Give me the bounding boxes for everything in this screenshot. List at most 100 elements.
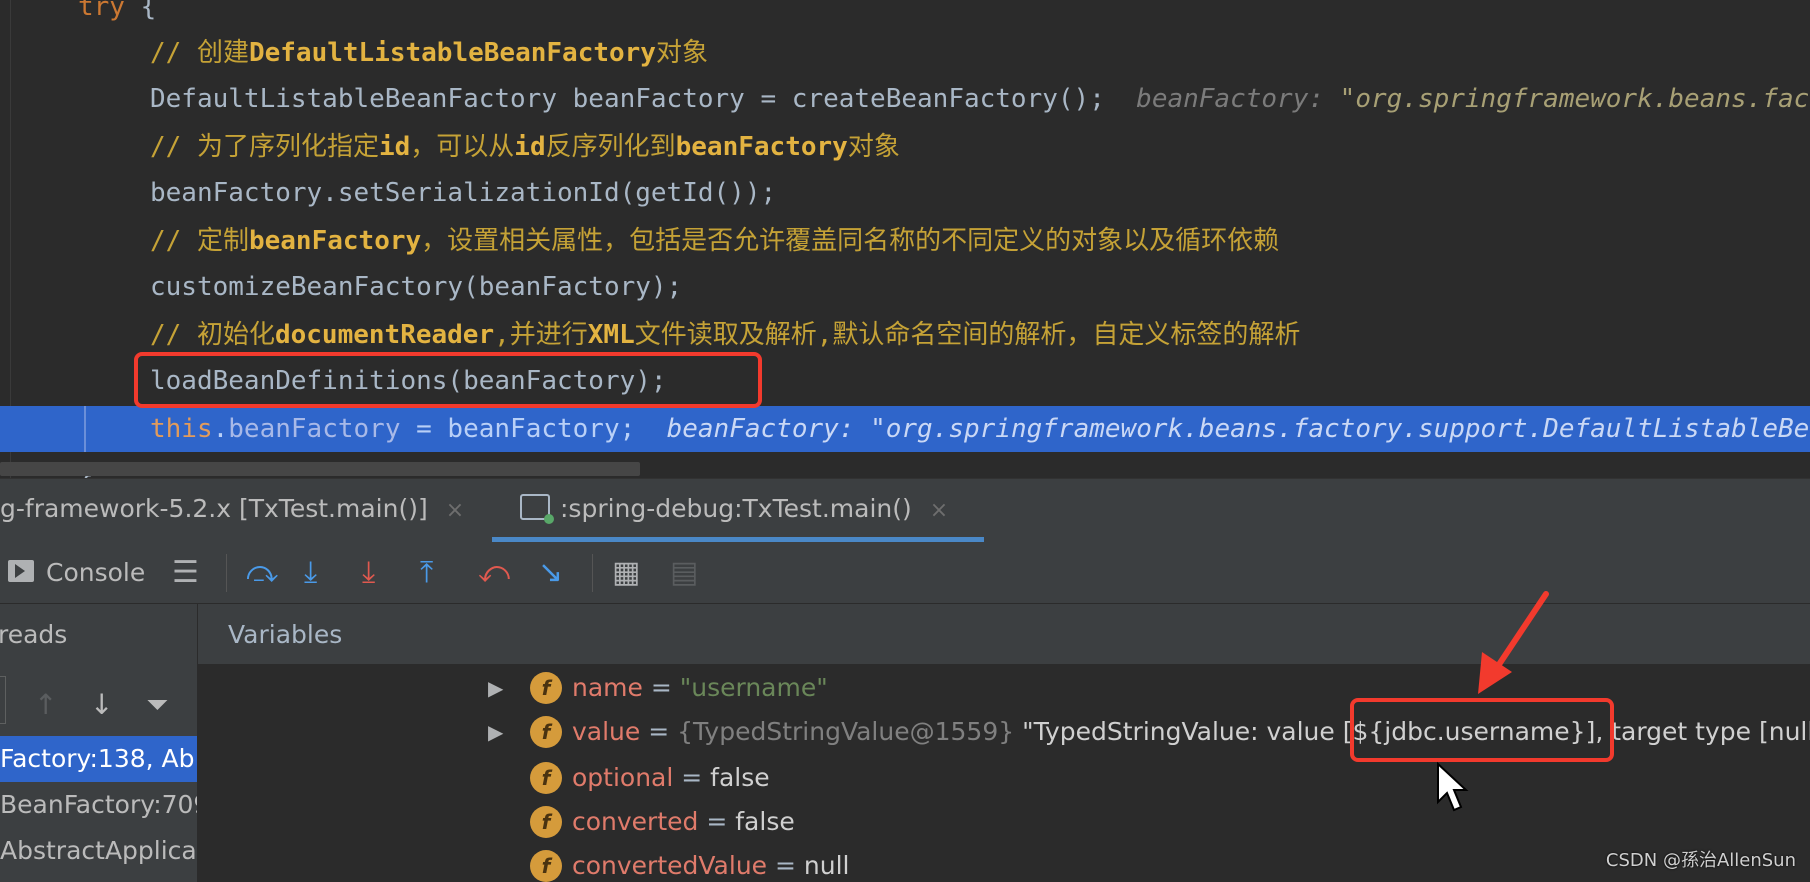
layout-menu-button[interactable]: ☰: [172, 554, 199, 592]
code-text: this.beanFactory = beanFactory; beanFact…: [150, 406, 1810, 452]
threads-panel-title: reads: [0, 620, 68, 649]
step-over-button[interactable]: ⤼: [246, 554, 278, 592]
frames-panel: reads ↑ ↓ ⏷ Factory:138, Ab BeanFactory:…: [0, 604, 198, 882]
expand-arrow-icon[interactable]: ▶: [488, 710, 503, 754]
code-token: beanFactory:: [1104, 84, 1340, 114]
step-out-button[interactable]: ⤒: [420, 554, 433, 592]
code-token: // 为了序列化指定: [150, 132, 379, 162]
code-token: ,并进行: [494, 320, 588, 350]
debug-toolbar: Console ☰ ⤼ ⤓ ⤓ ⤒ ⤺ ↘ ▦ ▤: [0, 542, 1810, 604]
variable-value: false: [710, 763, 770, 792]
code-token: customizeBeanFactory(beanFactory);: [150, 272, 683, 302]
variable-value: "username": [679, 673, 828, 702]
variable-text: name = "username": [572, 666, 828, 710]
field-icon: f: [530, 672, 562, 704]
filter-icon: ⏷: [146, 688, 169, 721]
thread-selector-dropdown[interactable]: [0, 676, 6, 724]
variable-value: null: [803, 851, 850, 880]
variable-row-convertedValue[interactable]: f convertedValue = null: [198, 844, 1810, 882]
code-line[interactable]: customizeBeanFactory(beanFactory);: [0, 264, 1810, 310]
code-line[interactable]: // 创建DefaultListableBeanFactory对象: [0, 30, 1810, 76]
code-text: customizeBeanFactory(beanFactory);: [150, 264, 682, 310]
code-token: beanFactory: [228, 414, 401, 444]
variable-text: convertedValue = null: [572, 844, 849, 882]
variable-value: false: [735, 807, 795, 836]
code-token: this: [150, 414, 213, 444]
code-token: XML: [587, 320, 635, 350]
field-icon: f: [530, 762, 562, 794]
code-line[interactable]: try {: [0, 0, 1810, 30]
step-over-icon: ⤼: [246, 555, 279, 590]
close-icon[interactable]: ×: [446, 498, 464, 523]
tab-label: :spring-debug:TxTest.main(): [560, 494, 912, 523]
tab-framework-session[interactable]: g-framework-5.2.x [TxTest.main()] ×: [0, 479, 464, 543]
tab-spring-debug-session[interactable]: :spring-debug:TxTest.main() ×: [520, 479, 948, 543]
code-editor[interactable]: try {// 创建DefaultListableBeanFactory对象 De…: [0, 0, 1810, 478]
code-token: try: [78, 0, 125, 22]
drop-frame-icon: ⤺: [478, 555, 511, 590]
current-line-gutter-marker: [84, 406, 86, 452]
code-token: DefaultListableBeanFactory: [248, 38, 656, 68]
variable-name: convertedValue: [572, 851, 768, 880]
toolbar-separator: [592, 554, 593, 592]
code-token: id: [378, 132, 411, 162]
variable-row-optional[interactable]: f optional = false: [198, 756, 1810, 800]
frame-up-button[interactable]: ↑: [34, 686, 57, 724]
arrow-up-icon: ↑: [34, 688, 58, 721]
code-token: ，可以从: [410, 132, 515, 162]
code-token: 对象: [655, 38, 708, 68]
frame-item[interactable]: BeanFactory:709: [0, 782, 197, 828]
code-line[interactable]: beanFactory.setSerializationId(getId());: [0, 170, 1810, 216]
step-into-button[interactable]: ⤓: [304, 554, 317, 592]
console-icon: [8, 560, 34, 582]
frame-item[interactable]: AbstractApplica: [0, 828, 197, 874]
filter-frames-button[interactable]: ⏷: [146, 686, 168, 724]
console-label: Console: [46, 558, 146, 587]
evaluate-expression-button[interactable]: ▦: [612, 554, 640, 592]
force-step-into-icon: ⤓: [362, 555, 376, 590]
calculator-icon: ▦: [612, 555, 641, 590]
trace-icon: ▤: [670, 555, 699, 590]
code-line[interactable]: // 定制beanFactory，设置相关属性，包括是否允许覆盖同名称的不同定义…: [0, 218, 1810, 264]
code-line[interactable]: // 为了序列化指定id，可以从id反序列化到beanFactory对象: [0, 124, 1810, 170]
drop-frame-button[interactable]: ⤺: [478, 554, 510, 592]
code-token: beanFactory: [248, 226, 422, 256]
code-line[interactable]: DefaultListableBeanFactory beanFactory =…: [0, 76, 1810, 122]
code-token: ，设置相关属性，包括是否允许覆盖同名称的不同定义的对象以及循环依赖: [421, 226, 1280, 256]
highlight-box-jdbc-username: [1350, 698, 1614, 762]
variables-header: [198, 604, 1810, 664]
variable-text: optional = false: [572, 756, 770, 800]
frame-down-button[interactable]: ↓: [90, 686, 113, 724]
code-token: // 创建: [150, 38, 249, 68]
code-token: 文件读取及解析,默认命名空间的解析，自定义标签的解析: [634, 320, 1301, 350]
code-token: 对象: [847, 132, 900, 162]
code-text: DefaultListableBeanFactory beanFactory =…: [150, 76, 1810, 122]
run-to-cursor-button[interactable]: ↘: [538, 554, 563, 592]
close-icon[interactable]: ×: [930, 498, 948, 523]
force-step-into-button[interactable]: ⤓: [362, 554, 375, 592]
editor-horizontal-scrollbar[interactable]: [0, 462, 640, 476]
current-execution-line[interactable]: this.beanFactory = beanFactory; beanFact…: [0, 406, 1810, 452]
debug-session-icon: [520, 494, 554, 524]
variable-ref: {TypedStringValue@1559}: [677, 717, 1023, 746]
variable-name: value: [572, 717, 641, 746]
code-token: 反序列化到: [545, 132, 676, 162]
field-icon: f: [530, 716, 562, 748]
frame-item[interactable]: Factory:138, Ab: [0, 736, 197, 782]
step-into-icon: ⤓: [304, 555, 318, 590]
expand-arrow-icon[interactable]: ▶: [488, 666, 503, 710]
code-text: beanFactory.setSerializationId(getId());: [150, 170, 776, 216]
variable-row-converted[interactable]: f converted = false: [198, 800, 1810, 844]
menu-lines-icon: ☰: [172, 555, 199, 590]
arrow-down-icon: ↓: [90, 688, 114, 721]
console-tab-button[interactable]: Console: [8, 554, 145, 592]
highlight-box-load-bean-definitions: [134, 352, 762, 408]
code-token: DefaultListableBeanFactory beanFactory =…: [150, 84, 1105, 114]
code-token: beanFactory.setSerializationId(getId());: [150, 178, 777, 208]
code-token: id: [514, 132, 546, 162]
code-token: beanFactory: [675, 132, 848, 162]
trace-stream-button[interactable]: ▤: [670, 554, 698, 592]
variables-panel-title: Variables: [228, 620, 343, 649]
variable-text: value = {TypedStringValue@1559} "TypedSt…: [572, 710, 1810, 754]
assign-operator: =: [767, 851, 804, 880]
